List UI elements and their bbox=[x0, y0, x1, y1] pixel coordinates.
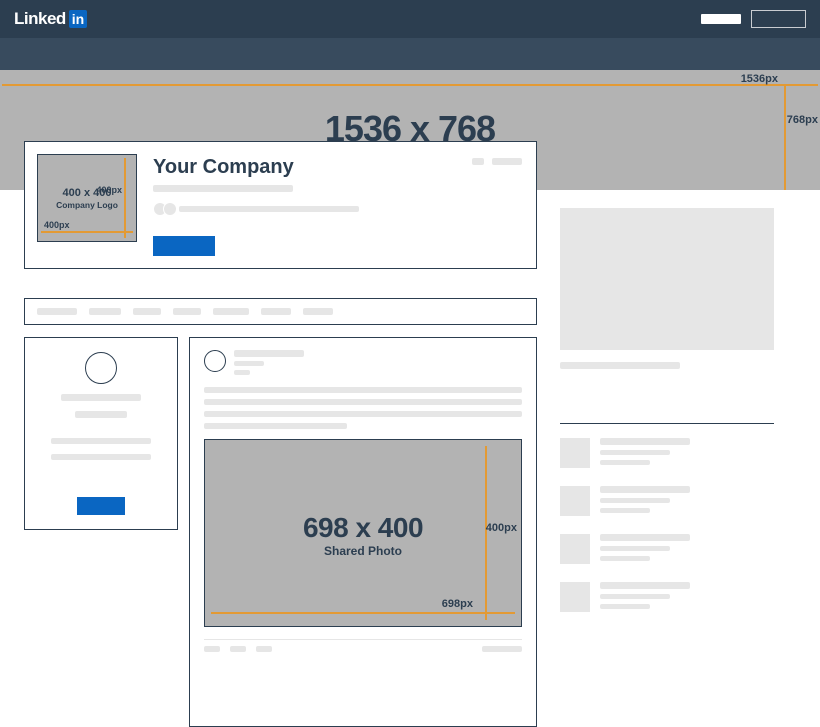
right-sidebar-divider bbox=[560, 423, 774, 424]
send-button[interactable] bbox=[482, 646, 522, 652]
item-title-placeholder bbox=[600, 438, 690, 445]
logo-width-line bbox=[41, 231, 133, 233]
post-line-placeholder bbox=[204, 399, 522, 405]
post-line-placeholder bbox=[204, 387, 522, 393]
tab-item[interactable] bbox=[213, 308, 249, 315]
left-sidebar-card bbox=[24, 337, 178, 530]
item-subtitle-placeholder bbox=[600, 450, 670, 455]
item-meta-placeholder bbox=[600, 604, 650, 609]
company-logo: 400 x 400 Company Logo 400px 400px bbox=[37, 154, 137, 242]
company-tagline-placeholder bbox=[153, 185, 293, 192]
more-button[interactable] bbox=[492, 158, 522, 165]
sidebar-avatar bbox=[85, 352, 117, 384]
comment-button[interactable] bbox=[230, 646, 246, 652]
thumbnail-icon bbox=[560, 534, 590, 564]
right-sidebar-item[interactable] bbox=[560, 438, 774, 468]
avatar-icon bbox=[163, 202, 177, 216]
top-nav-right bbox=[701, 10, 806, 28]
tab-item[interactable] bbox=[173, 308, 201, 315]
tab-item[interactable] bbox=[261, 308, 291, 315]
item-meta-placeholder bbox=[600, 460, 650, 465]
post-author-meta-placeholder bbox=[234, 361, 264, 366]
sidebar-text-placeholder bbox=[51, 454, 151, 460]
follower-avatars bbox=[153, 202, 173, 216]
company-tabs bbox=[24, 298, 537, 325]
shared-photo-height-label: 400px bbox=[486, 522, 517, 534]
item-subtitle-placeholder bbox=[600, 546, 670, 551]
company-meta bbox=[153, 202, 524, 216]
tab-item[interactable] bbox=[37, 308, 77, 315]
top-nav: Linked in bbox=[0, 0, 820, 38]
item-title-placeholder bbox=[600, 582, 690, 589]
shared-photo: 698 x 400 Shared Photo 400px 698px bbox=[204, 439, 522, 627]
tab-item[interactable] bbox=[89, 308, 121, 315]
like-button[interactable] bbox=[204, 646, 220, 652]
item-subtitle-placeholder bbox=[600, 594, 670, 599]
item-meta-placeholder bbox=[600, 556, 650, 561]
logo-prefix: Linked bbox=[14, 9, 66, 29]
shared-photo-dimensions: 698 x 400 bbox=[303, 512, 423, 544]
item-meta-placeholder bbox=[600, 508, 650, 513]
thumbnail-icon bbox=[560, 486, 590, 516]
card-top-actions bbox=[472, 158, 522, 165]
shared-photo-width-label: 698px bbox=[442, 598, 473, 610]
shared-photo-width-line bbox=[211, 612, 515, 614]
right-sidebar-heading-placeholder bbox=[560, 362, 680, 369]
company-info: Your Company bbox=[153, 154, 524, 256]
item-title-placeholder bbox=[600, 486, 690, 493]
post-header bbox=[204, 350, 522, 375]
right-sidebar-item[interactable] bbox=[560, 534, 774, 564]
item-subtitle-placeholder bbox=[600, 498, 670, 503]
logo-height-line bbox=[124, 158, 126, 238]
post-actions bbox=[204, 639, 522, 652]
post-author-name-placeholder bbox=[234, 350, 304, 357]
thumbnail-icon bbox=[560, 438, 590, 468]
right-sidebar-item[interactable] bbox=[560, 486, 774, 516]
tab-item[interactable] bbox=[133, 308, 161, 315]
right-sidebar-ad-box bbox=[560, 208, 774, 350]
right-sidebar bbox=[560, 208, 774, 630]
company-logo-label: Company Logo bbox=[56, 200, 118, 210]
sub-nav bbox=[0, 38, 820, 70]
company-name: Your Company bbox=[153, 156, 524, 179]
cover-height-label: 768px bbox=[787, 114, 818, 126]
tab-item[interactable] bbox=[303, 308, 333, 315]
cover-height-line bbox=[784, 84, 786, 190]
linkedin-logo[interactable]: Linked in bbox=[14, 9, 87, 29]
overflow-icon[interactable] bbox=[472, 158, 484, 165]
post-time-placeholder bbox=[234, 370, 250, 375]
post-line-placeholder bbox=[204, 423, 347, 429]
follow-button[interactable] bbox=[153, 236, 215, 256]
cover-width-line bbox=[2, 84, 818, 86]
post-card: 698 x 400 Shared Photo 400px 698px bbox=[189, 337, 537, 727]
company-card: 400 x 400 Company Logo 400px 400px Your … bbox=[24, 141, 537, 269]
sidebar-subtitle-placeholder bbox=[75, 411, 127, 418]
share-button[interactable] bbox=[256, 646, 272, 652]
thumbnail-icon bbox=[560, 582, 590, 612]
right-sidebar-item[interactable] bbox=[560, 582, 774, 612]
logo-width-label: 400px bbox=[44, 220, 70, 230]
sidebar-text-placeholder bbox=[51, 438, 151, 444]
nav-action-button[interactable] bbox=[701, 14, 741, 24]
nav-outline-button[interactable] bbox=[751, 10, 806, 28]
sidebar-title-placeholder bbox=[61, 394, 141, 401]
item-title-placeholder bbox=[600, 534, 690, 541]
cover-width-label: 1536px bbox=[741, 73, 778, 85]
post-author-avatar[interactable] bbox=[204, 350, 226, 372]
sidebar-cta-button[interactable] bbox=[77, 497, 125, 515]
post-text bbox=[204, 387, 522, 429]
shared-photo-label: Shared Photo bbox=[324, 544, 402, 558]
post-line-placeholder bbox=[204, 411, 522, 417]
follower-text-placeholder bbox=[179, 206, 359, 212]
logo-suffix: in bbox=[69, 10, 87, 28]
logo-height-label: 400px bbox=[96, 185, 122, 195]
